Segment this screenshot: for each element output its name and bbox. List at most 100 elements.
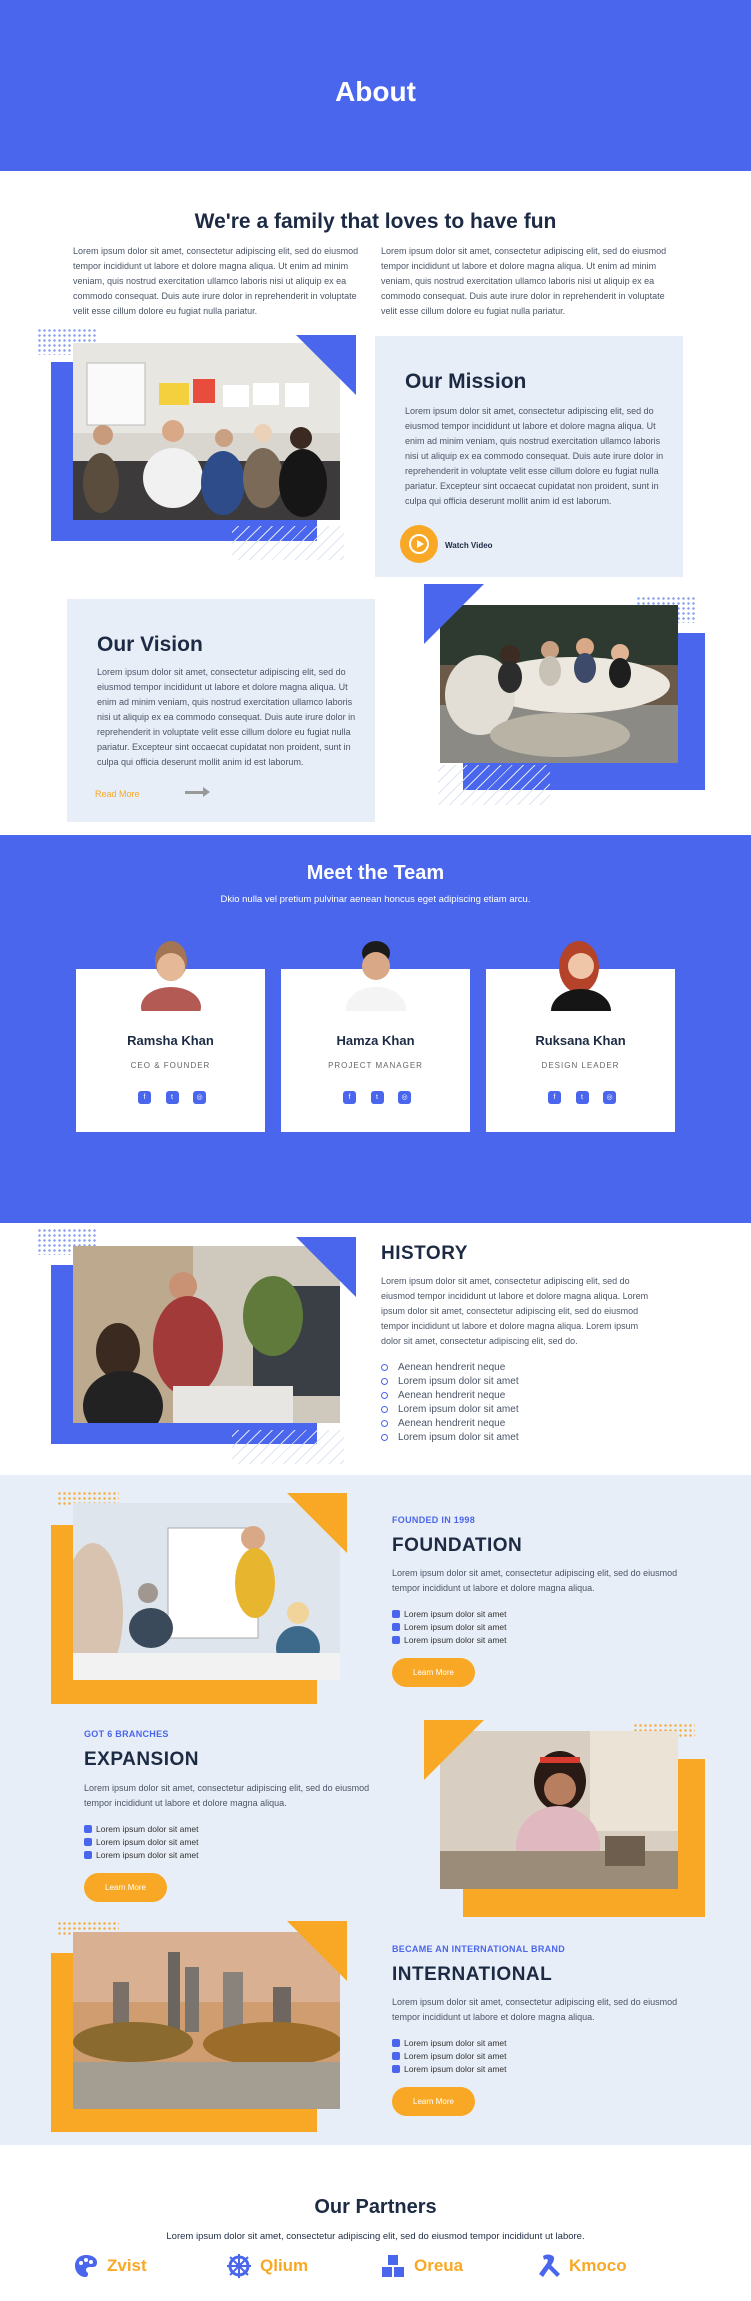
building-icon [84,1837,92,1846]
twitter-icon[interactable]: t [370,1091,384,1104]
circle-check-icon [381,1377,388,1385]
international-text: Lorem ipsum dolor sit amet, consectetur … [392,1997,678,2022]
facebook-icon[interactable]: f [343,1091,356,1104]
list-item: Lorem ipsum dolor sit amet [392,1607,507,1620]
ship-icon [84,1824,92,1833]
family-title: We're a family that loves to have fun [194,210,557,233]
learn-more-button[interactable]: Learn More [392,2087,475,2116]
watch-video-link[interactable]: Watch Video [445,541,493,550]
partner-logo[interactable]: Zvist [73,2253,147,2279]
corner-triangle [424,1720,484,1780]
twitter-icon[interactable]: t [575,1091,589,1104]
play-video-button[interactable] [400,525,438,563]
building-icon [392,1622,400,1631]
avatar [344,931,408,1011]
list-item: Lorem ipsum dolor sit amet [392,2049,507,2062]
palette-icon [75,2255,97,2277]
member-role: DESIGN LEADER [541,1061,620,1070]
circle-check-icon [381,1419,388,1427]
people-icon [84,1850,92,1859]
mission-title: Our Mission [405,370,527,393]
history-text: Lorem ipsum dolor sit amet, consectetur … [381,1276,649,1346]
arrow-right-icon[interactable] [185,787,210,797]
member-role: PROJECT MANAGER [328,1061,423,1070]
learn-more-button[interactable]: Learn More [392,1658,475,1687]
vision-text: Lorem ipsum dolor sit amet, consectetur … [97,667,356,767]
circle-check-icon [381,1433,388,1441]
member-name: Ramsha Khan [127,1033,214,1048]
family-text-right: Lorem ipsum dolor sit amet, consectetur … [381,246,667,316]
expansion-kicker: GOT 6 BRANCHES [84,1729,169,1739]
list-item: Lorem ipsum dolor sit amet [84,1822,199,1835]
list-item: Aenean hendrerit neque [381,1416,681,1430]
history-title: HISTORY [381,1243,468,1264]
partners-subtitle: Lorem ipsum dolor sit amet, consectetur … [166,2231,585,2242]
foundation-list: Lorem ipsum dolor sit amet Lorem ipsum d… [392,1607,507,1646]
vision-title: Our Vision [97,633,203,656]
corner-triangle [287,1921,347,1981]
mission-card: Our Mission Lorem ipsum dolor sit amet, … [375,336,683,577]
list-item: Lorem ipsum dolor sit amet [381,1430,681,1444]
facebook-icon[interactable]: f [138,1091,151,1104]
list-item: Lorem ipsum dolor sit amet [392,1633,507,1646]
partner-name: Zvist [107,2256,147,2275]
partner-logo[interactable]: Oreua [380,2253,463,2279]
partners-title: Our Partners [314,2196,437,2218]
list-item: Lorem ipsum dolor sit amet [392,2036,507,2049]
people-icon [392,2064,400,2073]
read-more-link[interactable]: Read More [95,789,140,799]
twitter-icon[interactable]: t [165,1091,179,1104]
list-item: Lorem ipsum dolor sit amet [392,2062,507,2075]
ship-icon [392,1609,400,1618]
foundation-title: FOUNDATION [392,1535,523,1556]
list-item: Aenean hendrerit neque [381,1388,681,1402]
family-text-left: Lorem ipsum dolor sit amet, consectetur … [73,246,359,316]
partner-logo[interactable]: Kmoco [535,2253,627,2279]
play-icon [409,534,429,554]
expansion-list: Lorem ipsum dolor sit amet Lorem ipsum d… [84,1822,199,1861]
avatar [549,931,613,1011]
page-title: About [335,76,416,107]
team-card: Ramsha Khan CEO & FOUNDER f t ◎ [76,941,265,1132]
expansion-title: EXPANSION [84,1749,200,1770]
circle-check-icon [381,1405,388,1413]
team-card: Ruksana Khan DESIGN LEADER f t ◎ [486,941,675,1132]
mission-text: Lorem ipsum dolor sit amet, consectetur … [405,406,664,506]
list-item: Lorem ipsum dolor sit amet [392,1620,507,1633]
corner-triangle [424,584,484,644]
team-title: Meet the Team [306,862,445,884]
international-list: Lorem ipsum dolor sit amet Lorem ipsum d… [392,2036,507,2075]
international-title: INTERNATIONAL [392,1964,553,1985]
partner-name: Qlium [260,2256,309,2275]
circle-check-icon [381,1363,388,1371]
team-subtitle: Dkio nulla vel pretium pulvinar aenean h… [220,894,531,905]
member-name: Ruksana Khan [535,1033,626,1048]
expansion-text: Lorem ipsum dolor sit amet, consectetur … [84,1783,370,1808]
foundation-text: Lorem ipsum dolor sit amet, consectetur … [392,1568,678,1593]
instagram-icon[interactable]: ◎ [603,1091,616,1104]
team-card: Hamza Khan PROJECT MANAGER f t ◎ [281,941,470,1132]
member-name: Hamza Khan [336,1033,415,1048]
avatar [139,931,203,1011]
learn-more-button[interactable]: Learn More [84,1873,167,1902]
list-item: Lorem ipsum dolor sit amet [381,1374,681,1388]
facebook-icon[interactable]: f [548,1091,561,1104]
people-icon [392,1635,400,1644]
partner-name: Oreua [414,2256,464,2275]
ship-icon [392,2038,400,2047]
corner-triangle [296,335,356,395]
instagram-icon[interactable]: ◎ [398,1091,411,1104]
blocks-icon [382,2255,404,2277]
instagram-icon[interactable]: ◎ [193,1091,206,1104]
list-item: Lorem ipsum dolor sit amet [381,1402,681,1416]
corner-triangle [296,1237,356,1297]
foundation-kicker: FOUNDED IN 1998 [392,1515,476,1525]
partner-logo[interactable]: Qlium [226,2253,308,2279]
hero-banner: About [0,0,751,171]
vision-card: Our Vision Lorem ipsum dolor sit amet, c… [67,599,375,822]
wave-pattern [232,1430,344,1464]
list-item: Lorem ipsum dolor sit amet [84,1835,199,1848]
wave-pattern [232,526,344,560]
international-kicker: BECAME AN INTERNATIONAL BRAND [392,1944,566,1954]
ribbon-icon [539,2254,560,2277]
